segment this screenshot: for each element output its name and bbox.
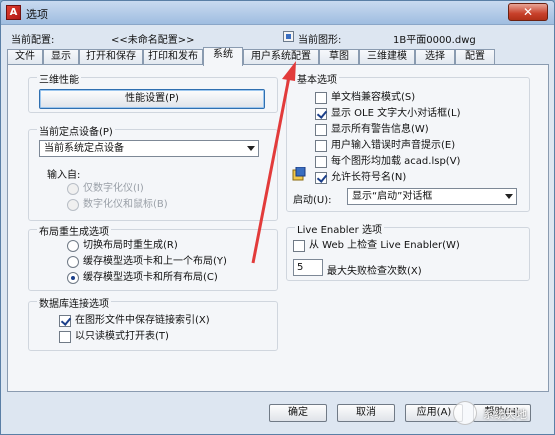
radio-button[interactable] [67,256,79,268]
current-profile-value: <<未命名配置>> [111,35,195,46]
watermark: 系统天地 [453,399,553,429]
tab-user-preferences[interactable]: 用户系统配置 [243,49,319,65]
radio-label: 仅数字化仪(I) [83,183,144,194]
radio-button[interactable] [67,240,79,252]
group-title-pointing: 当前定点设备(P) [37,123,115,138]
group-live-enabler: Live Enabler 选项 从 Web 上检查 Live Enabler(W… [286,221,530,281]
title-bar[interactable]: A 选项 ✕ [1,1,554,25]
drawing-file-icon [283,31,294,42]
checkbox[interactable] [315,172,327,184]
checkbox-label: 允许长符号名(N) [331,172,407,183]
checkbox[interactable] [59,315,71,327]
group-db-connection: 数据库连接选项 在图形文件中保存链接索引(X) 以只读模式打开表(T) [28,295,278,351]
pointing-device-value: 当前系统定点设备 [44,143,124,154]
watermark-logo-icon [453,401,477,425]
current-drawing-label: 当前图形: [298,35,342,46]
startup-value: 显示“启动”对话框 [352,191,433,202]
checkbox-label: 在图形文件中保存链接索引(X) [75,315,210,326]
checkbox-label: 显示 OLE 文字大小对话框(L) [331,108,461,119]
group-3d-performance: 三维性能 性能设置(P) [28,71,278,113]
tab-system[interactable]: 系统 [203,47,243,66]
checkbox[interactable] [59,331,71,343]
window-title: 选项 [26,8,48,21]
checkbox-label: 显示所有警告信息(W) [331,124,429,135]
radio-button[interactable] [67,183,79,195]
tab-files[interactable]: 文件 [7,49,43,65]
close-button[interactable]: ✕ [508,3,548,21]
checkbox[interactable] [315,140,327,152]
tab-selection[interactable]: 选择 [415,49,455,65]
group-title-layout-regen: 布局重生成选项 [37,223,111,238]
group-title-3d: 三维性能 [37,71,81,86]
options-dialog: A 选项 ✕ 当前配置: <<未命名配置>> 当前图形: 1B平面0000.dw… [0,0,555,435]
checkbox[interactable] [315,156,327,168]
input-from-label: 输入自: [47,170,81,181]
radio-button[interactable] [67,199,79,211]
group-pointing-device: 当前定点设备(P) 当前系统定点设备 输入自: 仅数字化仪(I) 数字化仪和鼠标… [28,123,278,221]
tab-display[interactable]: 显示 [43,49,79,65]
ok-button[interactable]: 确定 [269,404,327,422]
checkbox[interactable] [315,124,327,136]
current-drawing-value: 1B平面0000.dwg [393,35,476,46]
symbol-names-icon [292,167,306,181]
tab-plot-publish[interactable]: 打印和发布 [143,49,203,65]
max-fail-count-label: 最大失败检查次数(X) [327,266,422,277]
cancel-button[interactable]: 取消 [337,404,395,422]
checkbox[interactable] [293,240,305,252]
group-title-live-enabler: Live Enabler 选项 [295,221,384,236]
chevron-down-icon [505,194,513,199]
group-title-basic: 基本选项 [295,71,339,86]
autocad-app-icon: A [6,5,21,20]
close-icon: ✕ [522,5,534,19]
checkbox-label: 从 Web 上检查 Live Enabler(W) [309,240,460,251]
watermark-text: 系统天地 [483,408,527,421]
checkbox-label: 每个图形均加载 acad.lsp(V) [331,156,461,167]
checkbox-label: 用户输入错误时声音提示(E) [331,140,456,151]
tab-profiles[interactable]: 配置 [455,49,495,65]
chevron-down-icon [247,146,255,151]
radio-button[interactable] [67,272,79,284]
pointing-device-select[interactable]: 当前系统定点设备 [39,140,259,157]
system-tab-panel: 三维性能 性能设置(P) 当前定点设备(P) 当前系统定点设备 输入自: 仅数字… [7,64,549,392]
group-title-db: 数据库连接选项 [37,295,111,310]
tab-drafting[interactable]: 草图 [319,49,359,65]
startup-label: 启动(U): [293,195,332,206]
checkbox-label: 单文档兼容模式(S) [331,92,416,103]
performance-settings-button[interactable]: 性能设置(P) [39,89,265,109]
group-layout-regen: 布局重生成选项 切换布局时重生成(R) 缓存模型选项卡和上一个布局(Y) 缓存模… [28,223,278,291]
max-fail-count-input[interactable]: 5 [293,259,323,276]
radio-label: 缓存模型选项卡和上一个布局(Y) [83,256,227,267]
radio-label: 缓存模型选项卡和所有布局(C) [83,272,218,283]
tab-open-save[interactable]: 打开和保存 [79,49,143,65]
radio-label: 数字化仪和鼠标(B) [83,199,168,210]
tab-3d-modeling[interactable]: 三维建模 [359,49,415,65]
checkbox[interactable] [315,108,327,120]
startup-select[interactable]: 显示“启动”对话框 [347,188,517,205]
checkbox-label: 以只读模式打开表(T) [75,331,169,342]
group-basic-options: 基本选项 单文档兼容模式(S) 显示 OLE 文字大小对话框(L) 显示所有警告… [286,71,530,212]
radio-label: 切换布局时重生成(R) [83,240,178,251]
current-profile-label: 当前配置: [11,35,55,46]
checkbox[interactable] [315,92,327,104]
